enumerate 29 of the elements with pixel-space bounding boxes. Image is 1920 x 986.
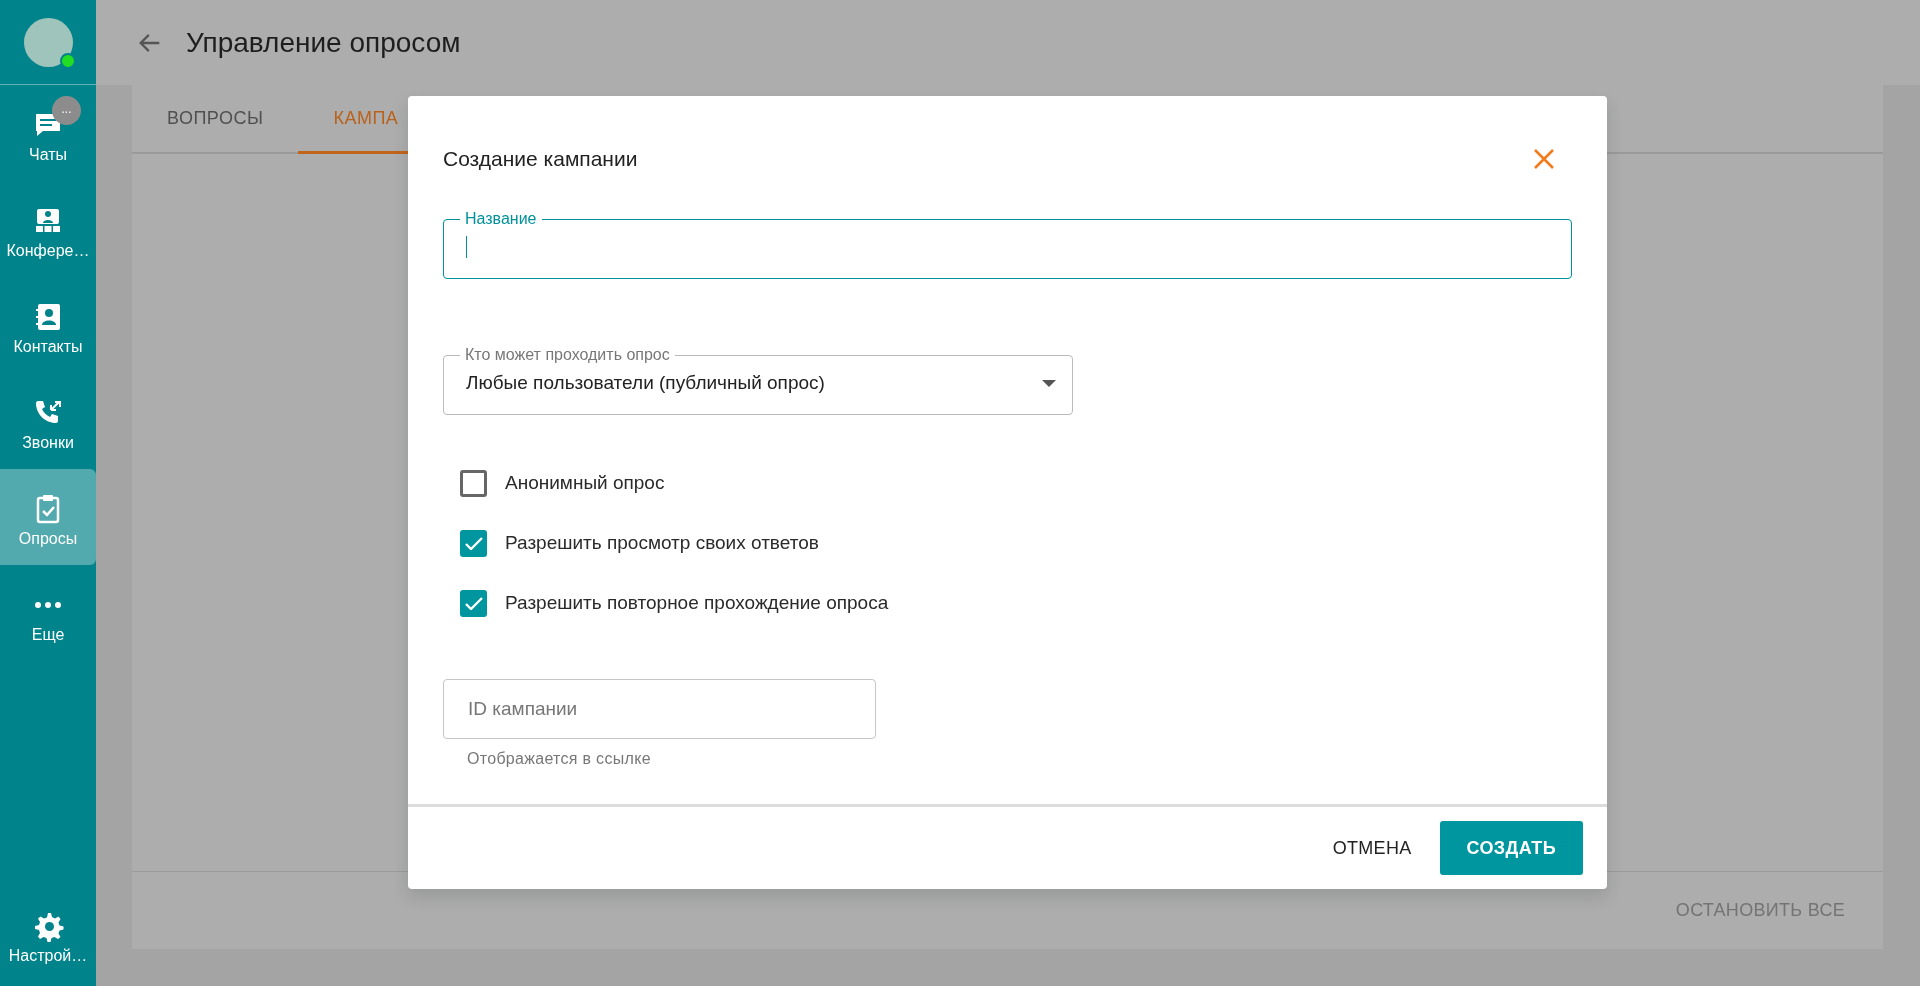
cancel-button[interactable]: ОТМЕНА [1326,820,1418,876]
checkbox-label: Разрешить просмотр своих ответов [505,530,819,555]
more-dots-icon [32,601,64,609]
campaign-id-field[interactable]: ID кампании [443,679,876,739]
checkbox[interactable] [460,529,487,557]
text-cursor [466,236,467,258]
caret-icon [1042,379,1056,387]
helper-text: Отображается в ссылке [467,749,652,769]
check-icon [464,536,483,550]
checkbox[interactable] [460,589,487,617]
sidebar-item[interactable]: Еще [0,565,96,661]
checkbox[interactable] [460,469,487,497]
check-icon [464,596,483,610]
sidebar-item[interactable]: Опросы [0,469,96,565]
sidebar-item[interactable]: Звонки [0,373,96,469]
checkbox-label: Анонимный опрос [505,470,665,495]
sidebar-item[interactable]: Чаты ... [0,85,96,181]
tab[interactable]: ВОПРОСЫ [132,85,299,154]
name-field[interactable]: Название [443,211,1572,279]
badge: ... [52,96,81,125]
sidebar-item[interactable]: Настрой… [0,890,96,986]
sidebar-item[interactable]: Конфере… [0,181,96,277]
page-title: Управление опросом [186,25,461,60]
create-button[interactable]: СОЗДАТЬ [1439,821,1583,875]
audience-dropdown[interactable]: Кто может проходить опрос Любые пользователи (публичный опрос) [443,347,1073,415]
checkbox-label: Разрешить повторное прохождение опроса [505,590,889,615]
sidebar-item[interactable]: Контакты [0,277,96,373]
settings-icon [32,910,64,942]
close-icon[interactable] [1532,147,1556,171]
